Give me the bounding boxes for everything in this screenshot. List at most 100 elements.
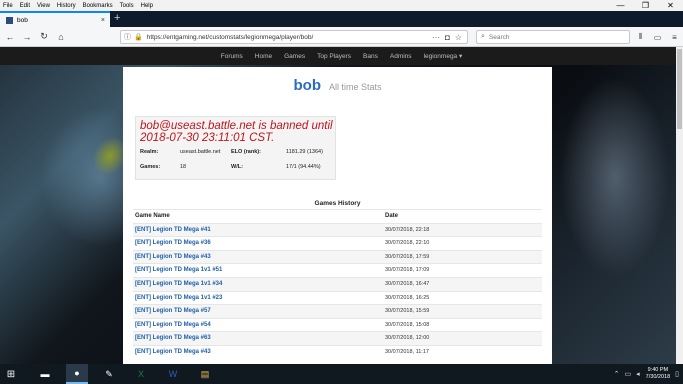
minimize-button[interactable]: —	[608, 0, 633, 11]
system-tray: ⌃ ▭ ◂ 9:40 PM 7/30/2018 ▯	[609, 364, 679, 384]
game-link[interactable]: [ENT] Legion TD Mega #63	[135, 335, 211, 341]
tray-arrow-icon[interactable]: ⌃	[614, 370, 620, 378]
game-link[interactable]: [ENT] Legion TD Mega #43	[135, 349, 211, 355]
realm-label: Realm:	[140, 149, 159, 155]
game-link[interactable]: [ENT] Legion TD Mega #41	[135, 227, 211, 233]
game-date: 30/07/2018, 17:59	[385, 253, 430, 260]
game-link[interactable]: [ENT] Legion TD Mega #57	[135, 308, 211, 314]
background-art-right	[560, 77, 670, 277]
game-link[interactable]: [ENT] Legion TD Mega 1v1 #23	[135, 295, 222, 301]
hamburger-menu-icon[interactable]: ≡	[666, 30, 683, 44]
clock[interactable]: 9:40 PM 7/30/2018	[646, 367, 670, 381]
game-date: 30/07/2018, 22:18	[385, 226, 430, 233]
games-history-table: Game Name Date [ENT] Legion TD Mega #41 3…	[133, 209, 542, 359]
wl-label: W/L:	[231, 164, 243, 170]
game-date: 30/07/2018, 15:59	[385, 308, 430, 315]
restore-button[interactable]: ❐	[633, 0, 658, 11]
menu-edit[interactable]: Edit	[20, 3, 30, 9]
close-tab-icon[interactable]: ×	[101, 17, 105, 24]
info-icon[interactable]: ⓘ	[124, 32, 131, 42]
table-row: [ENT] Legion TD Mega #41 30/07/2018, 22:1…	[133, 222, 542, 237]
table-header: Game Name Date	[133, 209, 542, 223]
search-input[interactable]	[488, 33, 619, 41]
back-button[interactable]: ←	[3, 30, 17, 44]
player-subtitle: All time Stats	[328, 82, 382, 92]
new-tab-button[interactable]: +	[114, 12, 120, 24]
notifications-icon[interactable]: ▯	[675, 370, 679, 378]
home-button[interactable]: ⌂	[54, 30, 68, 44]
taskbar: ⊞ ▬ ● ✎ X W ▤ ⌃ ▭ ◂ 9:40 PM 7/30/2018 ▯	[0, 364, 683, 384]
ban-notice: bob@useast.battle.net is banned until 20…	[140, 120, 333, 144]
pen-tool-icon[interactable]: ✎	[98, 364, 120, 384]
search-icon: ⌕	[481, 33, 485, 40]
clock-time: 9:40 PM	[647, 367, 669, 373]
sidebar-icon[interactable]: ▭	[649, 30, 666, 44]
reload-button[interactable]: ↻	[37, 30, 51, 44]
nav-admins[interactable]: Admins	[390, 53, 412, 60]
game-date: 30/07/2018, 11:17	[385, 348, 429, 355]
game-link[interactable]: [ENT] Legion TD Mega 1v1 #34	[135, 281, 222, 287]
web-page: Forums Home Games Top Players Bans Admin…	[0, 47, 683, 364]
address-bar[interactable]: ⓘ 🔒 https://entgaming.net/customstats/le…	[120, 30, 468, 44]
toolbar-right: ⫴ ▭ ≡	[632, 30, 683, 44]
url-text[interactable]: https://entgaming.net/customstats/legion…	[147, 34, 432, 41]
game-date: 30/07/2018, 16:47	[385, 280, 430, 287]
clock-date: 7/30/2018	[645, 374, 671, 380]
table-row: [ENT] Legion TD Mega 1v1 #34 30/07/2018, …	[133, 276, 542, 291]
table-row: [ENT] Legion TD Mega #63 30/07/2018, 12:0…	[133, 331, 542, 345]
library-icon[interactable]: ⫴	[632, 30, 649, 44]
games-label: Games:	[140, 164, 161, 170]
table-row: [ENT] Legion TD Mega #43 30/07/2018, 11:1…	[133, 344, 542, 359]
game-link[interactable]: [ENT] Legion TD Mega #43	[135, 254, 211, 260]
nav-top-players[interactable]: Top Players	[317, 53, 351, 60]
elo-label: ELO (rank):	[231, 149, 261, 155]
game-link[interactable]: [ENT] Legion TD Mega #54	[135, 322, 211, 328]
excel-icon[interactable]: X	[130, 364, 152, 384]
navigation-bar: ← → ↻ ⌂ ⓘ 🔒 https://entgaming.net/custom…	[0, 27, 683, 47]
close-window-button[interactable]: ✕	[658, 0, 683, 11]
scrollbar-thumb[interactable]	[677, 49, 682, 129]
column-date: Date	[385, 213, 399, 219]
menu-bookmarks[interactable]: Bookmarks	[83, 3, 113, 9]
nav-forums[interactable]: Forums	[221, 53, 243, 60]
file-explorer-icon[interactable]: ▤	[194, 364, 216, 384]
table-row: [ENT] Legion TD Mega 1v1 #51 30/07/2018, …	[133, 263, 542, 277]
word-icon[interactable]: W	[162, 364, 184, 384]
tab-bob[interactable]: bob ×	[0, 11, 110, 27]
forward-button[interactable]: →	[20, 30, 34, 44]
menu-help[interactable]: Help	[141, 3, 153, 9]
window-controls: — ❐ ✕	[608, 0, 683, 11]
column-game-name: Game Name	[135, 213, 170, 219]
page-heading: bob All time Stats	[123, 77, 552, 94]
game-date: 30/07/2018, 17:09	[385, 267, 430, 274]
pocket-icon[interactable]: ◘	[445, 33, 450, 42]
lock-icon: 🔒	[134, 34, 143, 41]
page-scrollbar[interactable]	[676, 47, 683, 364]
nav-legionmega-dropdown[interactable]: legionmega ▾	[424, 52, 463, 60]
nav-bans[interactable]: Bans	[363, 53, 378, 60]
bookmark-star-icon[interactable]: ☆	[455, 33, 462, 42]
nav-home[interactable]: Home	[255, 53, 272, 60]
game-link[interactable]: [ENT] Legion TD Mega #36	[135, 240, 211, 246]
player-stats-box: bob@useast.battle.net is banned until 20…	[135, 116, 336, 180]
tab-title: bob	[17, 16, 28, 24]
volume-icon[interactable]: ◂	[636, 370, 640, 378]
windows-start-icon[interactable]: ⊞	[0, 364, 22, 384]
game-date: 30/07/2018, 22:10	[385, 240, 430, 247]
search-box[interactable]: ⌕	[476, 30, 630, 44]
menu-history[interactable]: History	[57, 3, 76, 9]
network-icon[interactable]: ▭	[625, 370, 632, 378]
games-value: 18	[180, 164, 187, 170]
site-navigation: Forums Home Games Top Players Bans Admin…	[0, 47, 683, 65]
nav-games[interactable]: Games	[284, 53, 305, 60]
menu-view[interactable]: View	[37, 3, 50, 9]
firefox-icon[interactable]: ●	[66, 364, 88, 384]
menu-file[interactable]: File	[3, 3, 13, 9]
game-link[interactable]: [ENT] Legion TD Mega 1v1 #51	[135, 267, 222, 273]
tab-strip: bob × +	[0, 11, 683, 27]
menu-bar: File Edit View History Bookmarks Tools H…	[0, 0, 683, 11]
menu-tools[interactable]: Tools	[120, 3, 134, 9]
page-actions-icon[interactable]: ···	[432, 33, 440, 42]
stats-panel: bob All time Stats bob@useast.battle.net…	[123, 67, 552, 364]
terminal-icon[interactable]: ▬	[34, 364, 56, 384]
